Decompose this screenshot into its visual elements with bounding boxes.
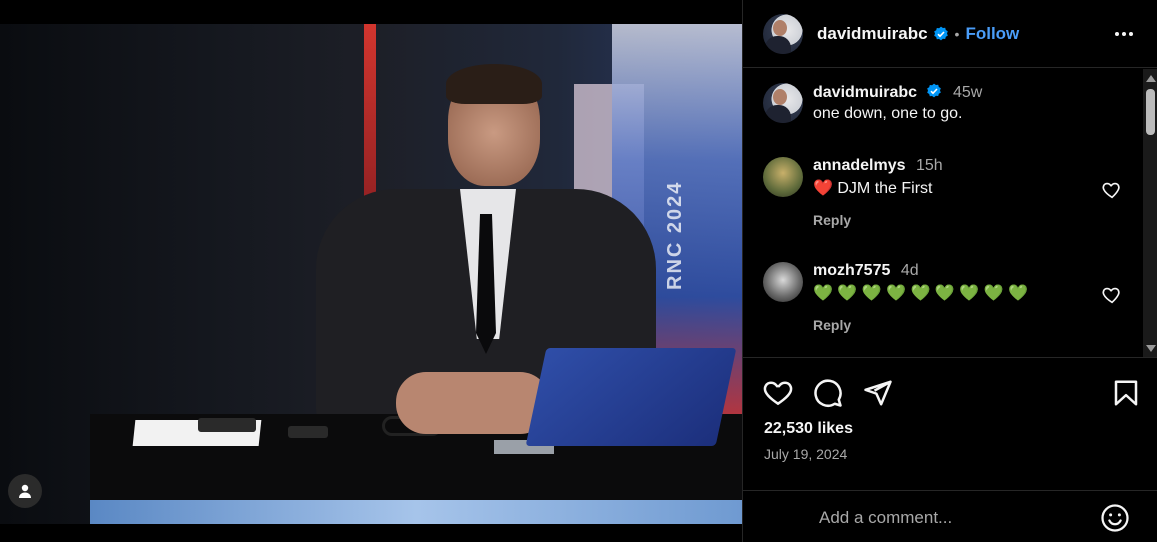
caption-text: one down, one to go.: [813, 105, 963, 122]
add-comment-bar: [743, 490, 1157, 542]
follow-button[interactable]: Follow: [965, 24, 1019, 44]
avatar[interactable]: [763, 83, 803, 123]
comment-icon[interactable]: [813, 378, 843, 408]
rnc-sign: RNC 2024: [664, 180, 686, 290]
verified-badge-icon: [927, 83, 942, 98]
user-icon: [19, 484, 31, 498]
emoji-icon[interactable]: [1100, 503, 1130, 533]
more-icon: [1115, 32, 1133, 36]
person-hands: [396, 372, 550, 434]
post-header: davidmuirabc • Follow: [743, 0, 1157, 68]
comment-text: ❤️ DJM the First: [813, 180, 933, 197]
avatar-body: [765, 35, 791, 54]
verified-badge-icon: [933, 26, 948, 40]
comment-username[interactable]: annadelmys: [813, 157, 905, 174]
reply-button[interactable]: Reply: [813, 212, 1103, 228]
avatar[interactable]: [763, 13, 803, 54]
like-heart-icon[interactable]: [763, 378, 793, 408]
separator-dot: •: [954, 25, 960, 42]
phone: [288, 426, 328, 438]
likes-count[interactable]: 22,530 likes: [764, 420, 853, 438]
post-photo[interactable]: RNC 2024: [0, 24, 742, 524]
post-actions: 22,530 likes July 19, 2024: [743, 358, 1157, 488]
post-date[interactable]: July 19, 2024: [764, 446, 847, 462]
comment-time[interactable]: 4d: [901, 262, 919, 279]
caption-username[interactable]: davidmuirabc: [813, 84, 917, 101]
scroll-down-arrow[interactable]: [1146, 345, 1156, 352]
phone: [198, 418, 256, 432]
comment-input[interactable]: [819, 505, 1079, 531]
reply-button[interactable]: Reply: [813, 317, 1103, 333]
avatar-body: [765, 105, 791, 123]
comments-scrollbar[interactable]: [1143, 69, 1157, 357]
more-options-button[interactable]: [1112, 22, 1136, 46]
tagged-users-button[interactable]: [8, 474, 42, 508]
header-username[interactable]: davidmuirabc: [817, 24, 928, 44]
scroll-thumb[interactable]: [1146, 89, 1155, 135]
comment-text: 💚 💚 💚 💚 💚 💚 💚 💚 💚: [813, 285, 1028, 302]
bookmark-icon[interactable]: [1111, 378, 1141, 408]
share-icon[interactable]: [863, 378, 893, 408]
comment-username[interactable]: mozh7575: [813, 262, 890, 279]
heart-icon[interactable]: [1101, 284, 1123, 306]
avatar[interactable]: [763, 157, 803, 197]
caption-content: davidmuirabc 45w one down, one to go.: [813, 83, 1103, 123]
person-hair: [446, 64, 542, 104]
avatar-face: [773, 19, 787, 36]
post-sidebar: davidmuirabc • Follow davidmuirabc 45w o…: [742, 0, 1157, 542]
comment-content: mozh7575 4d 💚 💚 💚 💚 💚 💚 💚 💚 💚 Reply: [813, 262, 1103, 333]
laptop: [525, 348, 737, 446]
comments-list[interactable]: davidmuirabc 45w one down, one to go. an…: [743, 69, 1157, 358]
avatar-face: [773, 89, 787, 105]
comment-time[interactable]: 15h: [916, 157, 943, 174]
heart-icon[interactable]: [1101, 179, 1123, 201]
desk-edge: [90, 500, 742, 524]
caption-time[interactable]: 45w: [953, 84, 982, 101]
avatar[interactable]: [763, 262, 803, 302]
comment-content: annadelmys 15h ❤️ DJM the First Reply: [813, 157, 1103, 228]
scroll-up-arrow[interactable]: [1146, 75, 1156, 82]
post-media: RNC 2024: [0, 0, 742, 542]
